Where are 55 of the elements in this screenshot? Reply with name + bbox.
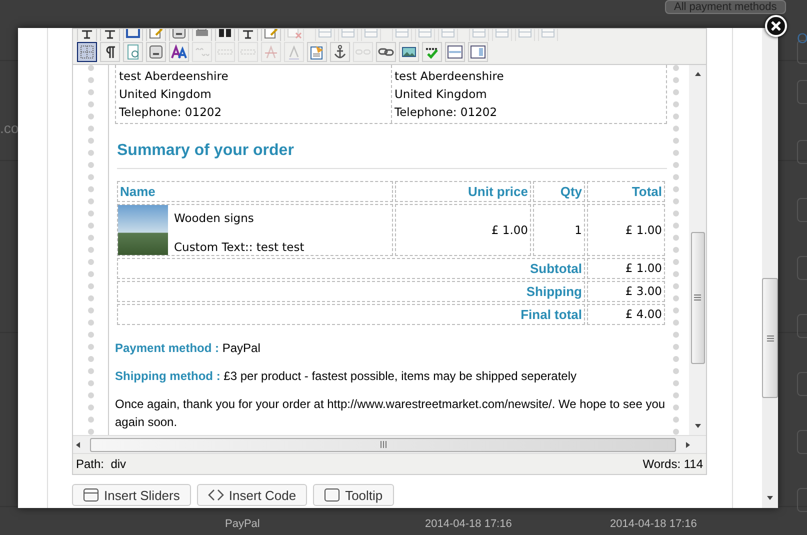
table-cell: £ 3.00 <box>587 280 665 302</box>
code-brackets-icon <box>208 488 224 502</box>
background-cell: PayPal <box>225 518 260 530</box>
insert-button[interactable]: Insert Sliders <box>72 484 191 506</box>
column-header: Qty <box>533 180 585 202</box>
page-preview-icon <box>125 44 141 60</box>
total-label: Subtotal <box>117 258 585 279</box>
column-header: Name <box>117 180 393 202</box>
table-cell: 1 <box>533 204 585 256</box>
address-line: test Aberdeenshire <box>119 68 230 85</box>
insert-button[interactable]: Insert Code <box>196 484 308 506</box>
product-name: Wooden signs <box>174 210 255 225</box>
address-line: Telephone: 01202 <box>394 104 498 121</box>
table-cell: £ 1.00 <box>587 204 665 256</box>
anchor-icon <box>332 44 348 60</box>
grip-icon <box>766 334 774 342</box>
clipboard-icon <box>309 44 325 60</box>
box-icon <box>148 44 164 60</box>
table-cell: £ 1.00 <box>587 258 665 279</box>
column-header: Unit price <box>395 180 531 202</box>
letters-icon <box>171 44 187 60</box>
insert-button[interactable]: Tooltip <box>313 484 394 506</box>
total-label: Shipping <box>117 280 585 302</box>
grid-icon <box>79 44 95 60</box>
table-cell: £ 4.00 <box>587 304 665 325</box>
toolbar-button[interactable] <box>77 42 97 62</box>
horizontal-scrollbar[interactable] <box>73 435 706 454</box>
address-line: Telephone: 01202 <box>119 104 223 121</box>
path-text: Path: div <box>76 457 126 472</box>
column-header: Total <box>587 180 665 202</box>
background-cell: 2014-04-18 17:16 <box>610 518 697 530</box>
modal-scrollbar[interactable] <box>762 28 778 508</box>
table-cell: £ 1.00 <box>395 204 531 256</box>
background-text: .co <box>0 120 19 136</box>
address-line: test Aberdeenshire <box>394 68 505 85</box>
address-line: United Kingdom <box>394 86 488 103</box>
close-icon[interactable] <box>765 15 787 37</box>
grip-icon <box>380 441 386 448</box>
total-label: Final total <box>117 304 585 325</box>
photo-placeholder <box>118 204 168 255</box>
word-count: Words: 114 <box>642 457 703 472</box>
closing-paragraph: Once again, thank you for your order at http://www.warestreetmarket.com/newsite/. We hope to see you again soon. <box>115 396 666 431</box>
custom-text: Custom Text:: test test <box>174 240 304 254</box>
grip-icon <box>694 294 701 302</box>
panel-icon <box>470 44 486 60</box>
slider-frame-icon <box>83 488 99 502</box>
background-cell: 2014-04-18 17:16 <box>425 518 512 530</box>
strikethrough-icon <box>263 44 279 60</box>
shipping-method-text: Shipping method : £3 per product - fastest possible, items may be shipped seperately <box>115 368 578 383</box>
vertical-scrollbar[interactable] <box>689 64 706 436</box>
payment-method-text: Payment method : PayPal <box>115 340 262 355</box>
underlined-letter-icon <box>286 44 302 60</box>
summary-heading: Summary of your order <box>117 142 667 169</box>
tooltip-box-icon <box>324 488 340 502</box>
address-line: United Kingdom <box>119 86 212 103</box>
